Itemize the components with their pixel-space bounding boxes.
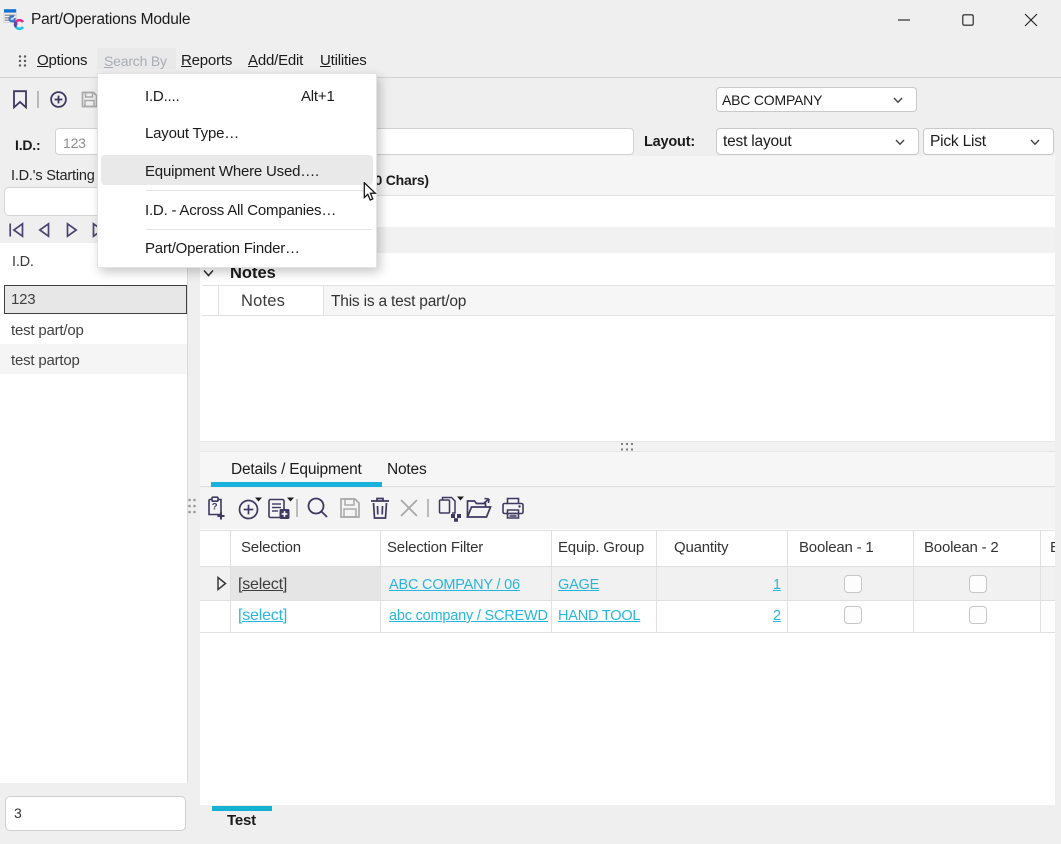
svg-text:?: ? [212,502,218,513]
